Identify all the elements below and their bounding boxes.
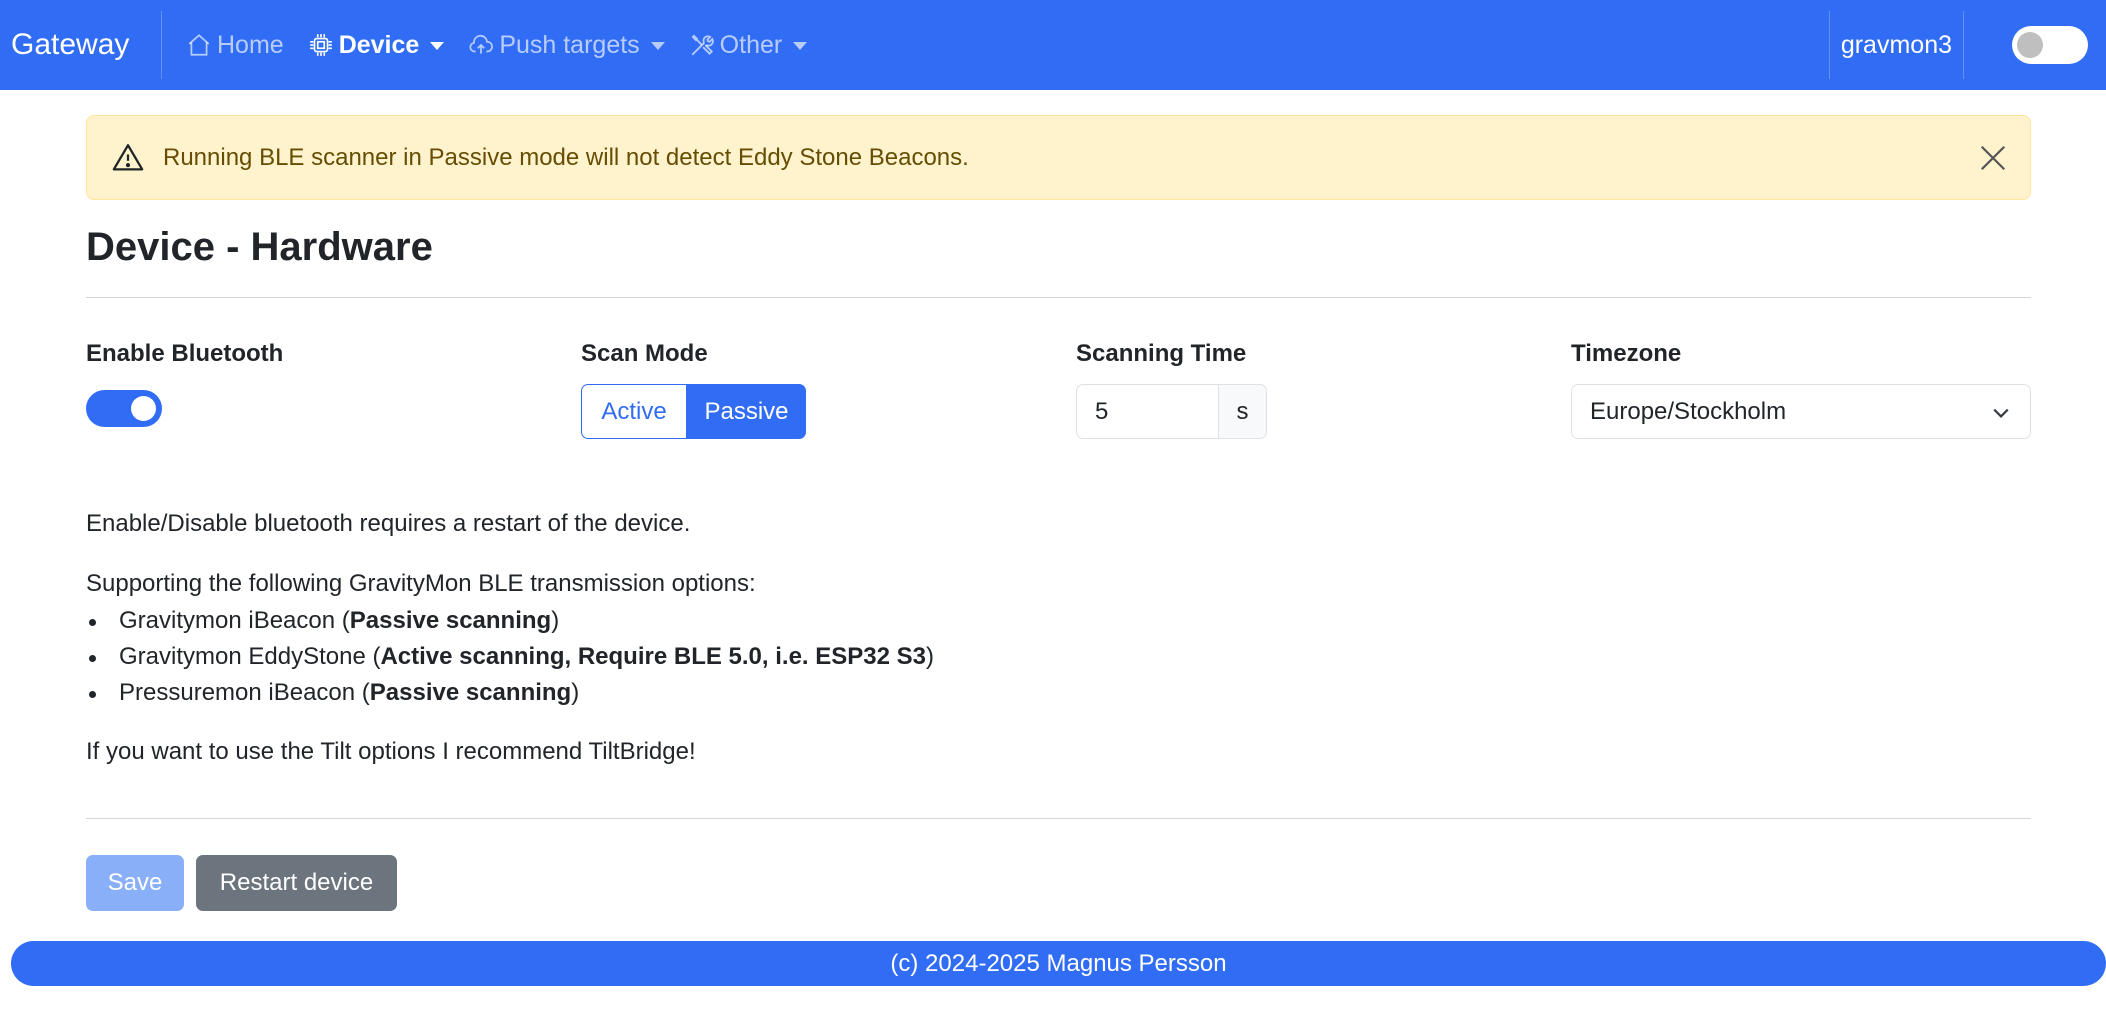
chevron-down-icon bbox=[430, 42, 445, 50]
nav-home-label: Home bbox=[217, 30, 284, 59]
nav-push-targets-label: Push targets bbox=[499, 30, 640, 59]
scanning-time-group: 5 s bbox=[1076, 384, 1267, 439]
bluetooth-toggle[interactable] bbox=[86, 390, 162, 427]
toggle-knob bbox=[131, 396, 156, 421]
timezone-value: Europe/Stockholm bbox=[1590, 397, 1787, 425]
page-title: Device - Hardware bbox=[86, 225, 433, 269]
ble-options-list: Gravitymon iBeacon (Passive scanning) Gr… bbox=[86, 607, 934, 715]
cpu-icon bbox=[309, 34, 332, 56]
scan-mode-passive-button[interactable]: Passive bbox=[687, 384, 806, 439]
timezone-label: Timezone bbox=[1571, 340, 1682, 367]
list-item: Gravitymon iBeacon (Passive scanning) bbox=[86, 607, 934, 643]
list-item: Gravitymon EddyStone (Active scanning, R… bbox=[86, 643, 934, 679]
tilt-note: If you want to use the Tilt options I re… bbox=[86, 738, 696, 765]
nav-other[interactable]: Other bbox=[689, 31, 808, 60]
nav-device-label: Device bbox=[338, 30, 420, 59]
top-navbar: Gateway Home Device Push targets Other g… bbox=[0, 0, 2106, 90]
timezone-select[interactable]: Europe/Stockholm bbox=[1571, 384, 2031, 439]
scanning-time-unit: s bbox=[1219, 384, 1267, 439]
navbar-divider bbox=[1963, 11, 1964, 79]
toggle-knob bbox=[2017, 32, 2043, 58]
bluetooth-label: Enable Bluetooth bbox=[86, 340, 284, 367]
footer: (c) 2024-2025 Magnus Persson bbox=[11, 941, 2106, 986]
warning-triangle-icon bbox=[112, 143, 144, 170]
nav-home[interactable]: Home bbox=[186, 31, 284, 60]
theme-toggle[interactable] bbox=[2012, 26, 2088, 64]
scan-mode-label: Scan Mode bbox=[581, 340, 708, 367]
chevron-down-icon bbox=[1993, 408, 2009, 418]
alert-message: Running BLE scanner in Passive mode will… bbox=[163, 143, 969, 171]
navbar-right: gravmon3 bbox=[1828, 0, 2106, 90]
divider bbox=[86, 297, 2031, 298]
chevron-down-icon bbox=[650, 42, 665, 50]
brand-link[interactable]: Gateway bbox=[11, 28, 161, 62]
device-hostname: gravmon3 bbox=[1840, 30, 1952, 59]
close-icon[interactable] bbox=[1978, 143, 2008, 173]
divider bbox=[86, 818, 2031, 819]
list-item: Pressuremon iBeacon (Passive scanning) bbox=[86, 679, 934, 715]
nav-push-targets[interactable]: Push targets bbox=[468, 30, 665, 60]
house-icon bbox=[188, 34, 210, 56]
scanning-time-input[interactable]: 5 bbox=[1076, 384, 1219, 439]
restart-note: Enable/Disable bluetooth requires a rest… bbox=[86, 510, 691, 537]
scan-mode-active-button[interactable]: Active bbox=[581, 384, 687, 439]
warning-alert: Running BLE scanner in Passive mode will… bbox=[86, 115, 2031, 200]
restart-device-button[interactable]: Restart device bbox=[196, 855, 397, 911]
cloud-upload-icon bbox=[469, 34, 494, 54]
scan-mode-group: Active Passive bbox=[581, 384, 806, 439]
navbar-divider bbox=[161, 11, 162, 79]
nav-device[interactable]: Device bbox=[308, 31, 445, 60]
support-intro: Supporting the following GravityMon BLE … bbox=[86, 570, 756, 597]
save-button[interactable]: Save bbox=[86, 855, 184, 911]
scanning-time-label: Scanning Time bbox=[1076, 340, 1247, 367]
nav-other-label: Other bbox=[719, 30, 783, 59]
tools-icon bbox=[691, 34, 714, 56]
chevron-down-icon bbox=[793, 42, 808, 50]
